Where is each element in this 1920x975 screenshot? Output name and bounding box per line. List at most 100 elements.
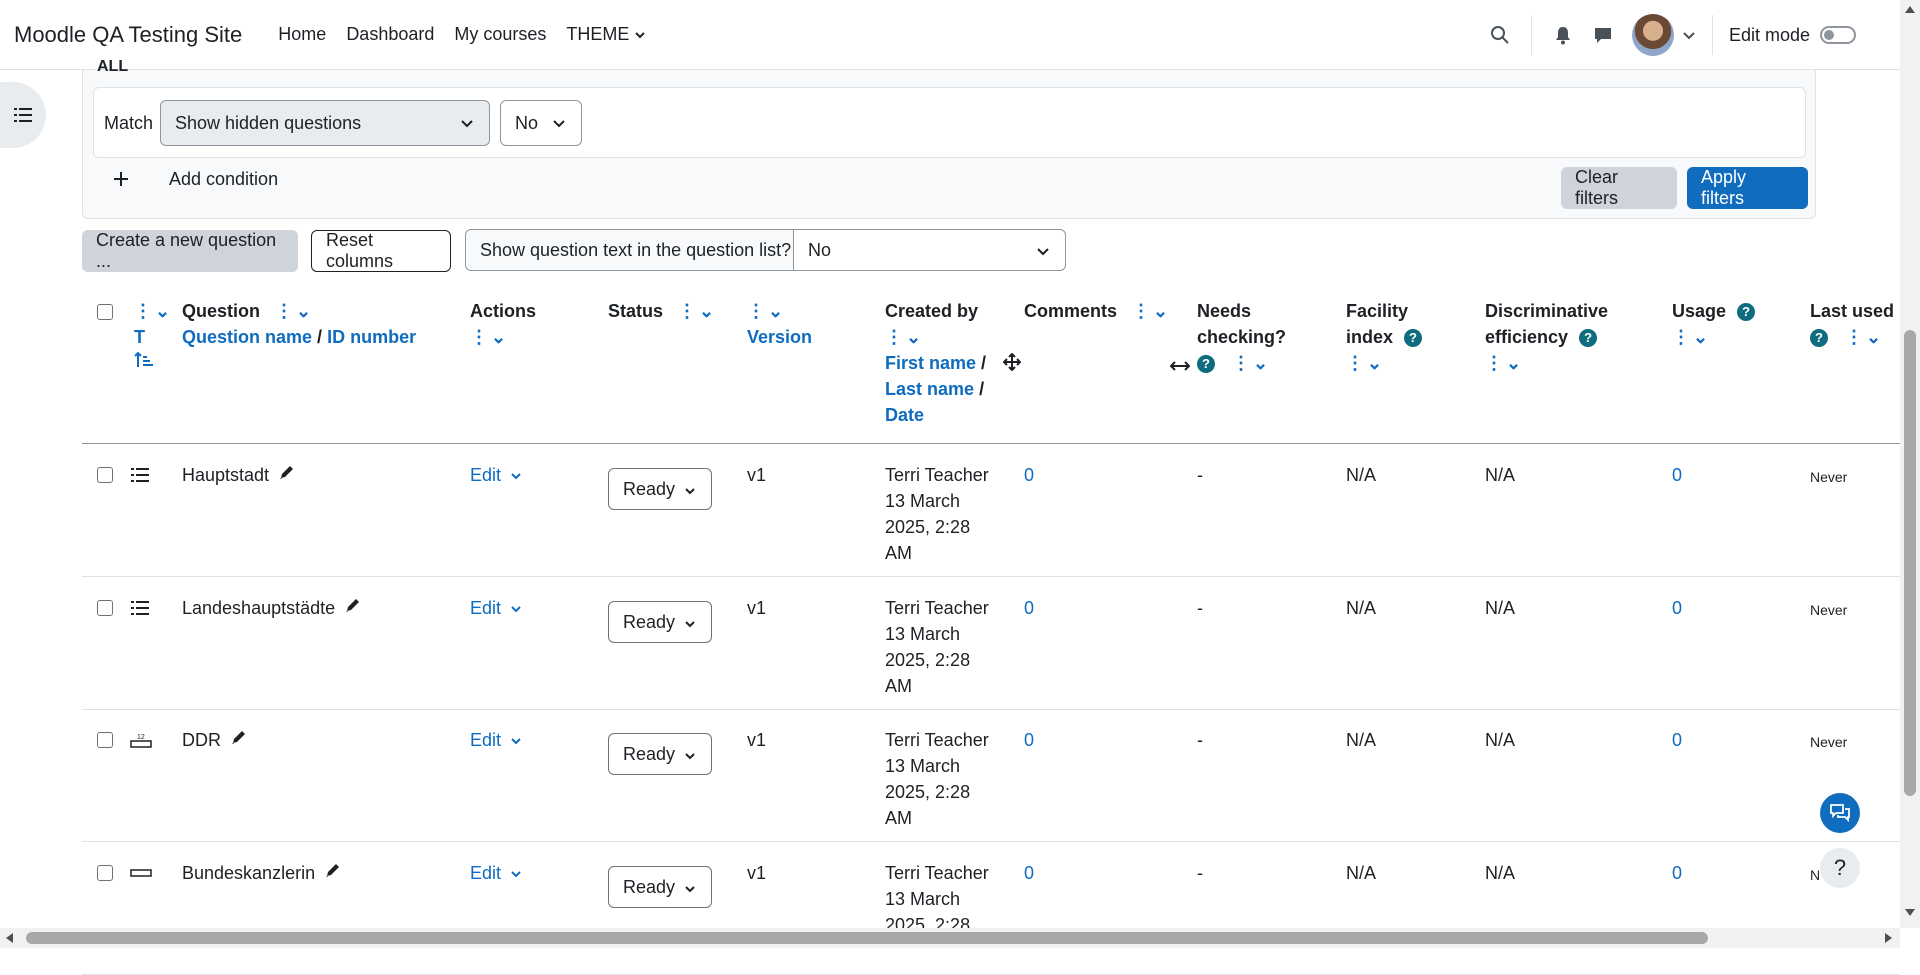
bell-icon[interactable] [1548,20,1578,50]
help-float-button[interactable]: ? [1820,848,1860,888]
column-menu-icon[interactable]: ⋮ ⌄ [1346,353,1382,373]
actions-column-header: Actions ⋮ ⌄ [470,298,536,350]
move-icon[interactable] [1002,352,1022,378]
created-date-line1: 13 March [885,889,961,909]
column-menu-icon[interactable]: ⋮ ⌄ [1485,353,1521,373]
condition-type-select[interactable]: Show hidden questions [160,100,490,146]
scroll-up-icon[interactable] [1904,4,1916,14]
chat-button[interactable] [1820,793,1860,833]
help-icon[interactable]: ? [1737,303,1756,322]
nav-home[interactable]: Home [278,24,326,45]
nav-dashboard[interactable]: Dashboard [346,24,434,45]
column-menu-icon[interactable]: ⋮ ⌄ [885,327,921,347]
status-select[interactable]: Ready [608,601,712,643]
horizontal-scroll-thumb[interactable] [26,932,1708,944]
chevron-down-icon [683,482,697,503]
edit-mode-toggle[interactable] [1820,26,1856,44]
pencil-icon[interactable] [344,598,362,618]
add-condition-label: Add condition [169,168,279,189]
type-sort-link[interactable]: T [134,327,145,347]
creator-name: Terri Teacher [885,465,989,485]
sort-last-name[interactable]: Last name [885,379,974,399]
facility-index-cell: N/A [1346,465,1377,485]
edit-action-menu[interactable]: Edit [470,462,522,488]
show-question-text-select[interactable]: No [794,230,1065,270]
status-select[interactable]: Ready [608,468,712,510]
help-icon[interactable]: ? [1579,329,1598,348]
edit-mode-label: Edit mode [1728,24,1810,45]
vertical-scroll-thumb[interactable] [1904,330,1916,796]
row-checkbox[interactable] [97,600,113,616]
horizontal-scrollbar[interactable] [0,928,1900,948]
created-date-line1: 13 March [885,624,961,644]
column-menu-icon[interactable]: ⋮ ⌄ [134,301,170,321]
pencil-icon[interactable] [278,465,296,485]
pencil-icon[interactable] [324,863,342,883]
edit-action-menu[interactable]: Edit [470,727,522,753]
status-select[interactable]: Ready [608,866,712,908]
column-menu-icon[interactable]: ⋮ ⌄ [747,301,783,321]
status-select[interactable]: Ready [608,733,712,775]
column-menu-icon[interactable]: ⋮ ⌄ [275,301,311,321]
comments-count-link[interactable]: 0 [1024,727,1034,753]
reset-columns-button[interactable]: Reset columns [311,230,451,272]
sort-version[interactable]: Version [747,327,812,347]
usage-count-link[interactable]: 0 [1672,727,1682,753]
sort-first-name[interactable]: First name [885,353,976,373]
usage-count-link[interactable]: 0 [1672,462,1682,488]
row-checkbox[interactable] [97,865,113,881]
condition-value-select[interactable]: No [500,100,582,146]
create-question-button[interactable]: Create a new question ... [82,230,298,272]
usage-count-link[interactable]: 0 [1672,860,1682,886]
messages-icon[interactable] [1588,20,1618,50]
sort-question-name[interactable]: Question name [182,327,312,347]
sort-id-number[interactable]: ID number [327,327,416,347]
resize-horizontal-icon[interactable] [1169,354,1191,380]
select-all-checkbox[interactable] [97,304,113,320]
question-name: DDR [182,730,221,750]
table-row: 12 DDR Edit Ready v1 Terri Teacher 13 Ma… [82,709,1900,842]
column-menu-icon[interactable]: ⋮ ⌄ [1845,327,1881,347]
status-value: Ready [623,478,676,499]
status-value: Ready [623,611,676,632]
table-row: Bundeskanzlerin Edit Ready v1 Terri Teac… [82,842,1900,975]
help-icon[interactable]: ? [1197,355,1215,374]
sort-date[interactable]: Date [885,405,924,425]
scroll-right-icon[interactable] [1884,932,1894,944]
vertical-scrollbar[interactable] [1900,0,1920,928]
scroll-left-icon[interactable] [4,932,14,944]
scroll-down-icon[interactable] [1904,908,1916,918]
sort-ascending-icon[interactable] [134,351,154,369]
nav-my-courses[interactable]: My courses [454,24,546,45]
chevron-down-icon [510,730,522,750]
pencil-icon[interactable] [230,730,248,750]
comments-count-link[interactable]: 0 [1024,860,1034,886]
column-menu-icon[interactable]: ⋮ ⌄ [1232,353,1268,373]
chevron-down-icon[interactable] [1682,30,1696,40]
clear-filters-button[interactable]: Clear filters [1561,167,1677,209]
row-checkbox[interactable] [97,732,113,748]
avatar[interactable] [1631,14,1674,56]
comments-count-link[interactable]: 0 [1024,462,1034,488]
comments-count-link[interactable]: 0 [1024,595,1034,621]
edit-action-menu[interactable]: Edit [470,860,522,886]
search-icon[interactable] [1485,20,1515,50]
nav-theme[interactable]: THEME [566,24,646,45]
add-condition-button[interactable]: Add condition [113,158,278,200]
edit-action-menu[interactable]: Edit [470,595,522,621]
course-index-toggle[interactable] [0,82,46,148]
primary-nav: Home Dashboard My courses THEME [278,24,646,45]
top-navbar: Moodle QA Testing Site Home Dashboard My… [0,0,1900,70]
help-icon[interactable]: ? [1810,329,1828,348]
row-checkbox[interactable] [97,467,113,483]
column-menu-icon[interactable]: ⋮ ⌄ [470,327,506,347]
site-name[interactable]: Moodle QA Testing Site [14,22,242,48]
column-menu-icon[interactable]: ⋮ ⌄ [678,301,714,321]
filter-section-label: ALL [97,58,129,75]
apply-filters-button[interactable]: Apply filters [1687,167,1808,209]
status-column-title: Status [608,301,664,321]
column-menu-icon[interactable]: ⋮ ⌄ [1132,301,1168,321]
help-icon[interactable]: ? [1404,329,1423,348]
usage-count-link[interactable]: 0 [1672,595,1682,621]
column-menu-icon[interactable]: ⋮ ⌄ [1672,327,1708,347]
